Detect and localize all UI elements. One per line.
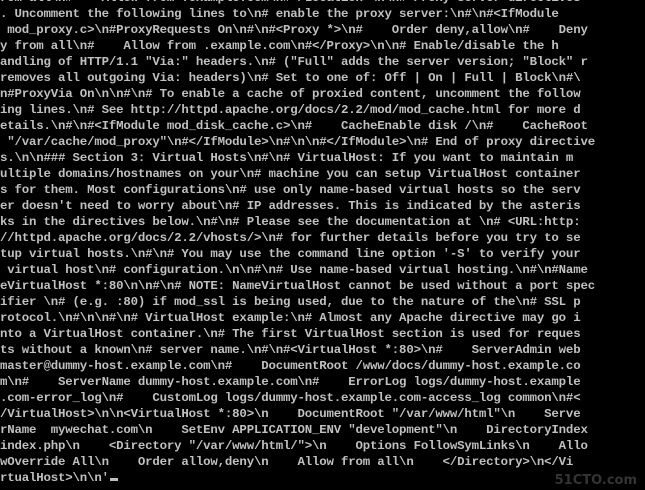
terminal-line: removes all outgoing Via: headers)\n# Se… [0,71,581,85]
terminal-line: virtual host\n# configuration.\n\n#\n# U… [0,263,588,277]
terminal-line: s.\n\n### Section 3: Virtual Hosts\n#\n#… [0,151,574,165]
terminal-window[interactable]: rom all\n# Allow from .example.com\n#</L… [0,0,645,490]
text-cursor [109,478,118,481]
terminal-line: s for them. Most configurations\n# use o… [0,183,581,197]
terminal-output: rom all\n# Allow from .example.com\n#</L… [0,0,645,486]
terminal-line: . Uncomment the following lines to\n# en… [0,7,559,21]
terminal-line: nto a VirtualHost container.\n# The firs… [0,327,581,341]
terminal-line: "/var/cache/mod_proxy"\n#</IfModule>\n#\… [0,135,595,149]
terminal-line: rtualHost>\n\n' [0,470,645,486]
terminal-line: n#ProxyVia On\n\n#\n# To enable a cache … [0,87,581,101]
terminal-line: rotocol.\n#\n\n#\n# VirtualHost example:… [0,311,581,325]
terminal-line: ks in the directives below.\n#\n# Please… [0,215,581,229]
terminal-line: mod_proxy.c>\n#ProxyRequests On\n#\n#<Pr… [0,23,588,37]
terminal-line: eVirtualHost *:80\n\n#\n# NOTE: NameVirt… [0,279,595,293]
terminal-line: m\n# ServerName dummy-host.example.com\n… [0,375,581,389]
terminal-line: ing lines.\n# See http://httpd.apache.or… [0,103,581,117]
terminal-line: //httpd.apache.org/docs/2.2/vhosts/>\n# … [0,231,581,245]
terminal-line: etails.\n#\n#<IfModule mod_disk_cache.c>… [0,119,588,133]
terminal-line: wOverride All\n Order allow,deny\n Allow… [0,455,574,469]
terminal-line: ifier \n# (e.g. :80) if mod_ssl is being… [0,295,581,309]
terminal-line: master@dummy-host.example.com\n# Documen… [0,359,581,373]
terminal-line: ultiple domains/hostnames on your\n# mac… [0,167,581,181]
terminal-line: andling of HTTP/1.1 "Via:" headers.\n# (… [0,55,588,69]
terminal-line: .com-error_log\n# CustomLog logs/dummy-h… [0,391,581,405]
terminal-line: y from all\n# Allow from .example.com\n#… [0,39,559,53]
terminal-line: er doesn't need to worry about\n# IP add… [0,199,581,213]
terminal-line: index.php\n <Directory "/var/www/html/">… [0,439,588,453]
terminal-line: /VirtualHost>\n\n<VirtualHost *:80>\n Do… [0,407,581,421]
terminal-line: tup virtual hosts.\n#\n# You may use the… [0,247,581,261]
terminal-line: ts without a known\n# server name.\n#\n#… [0,343,581,357]
terminal-line: rName mywechat.com\n SetEnv APPLICATION_… [0,423,588,437]
